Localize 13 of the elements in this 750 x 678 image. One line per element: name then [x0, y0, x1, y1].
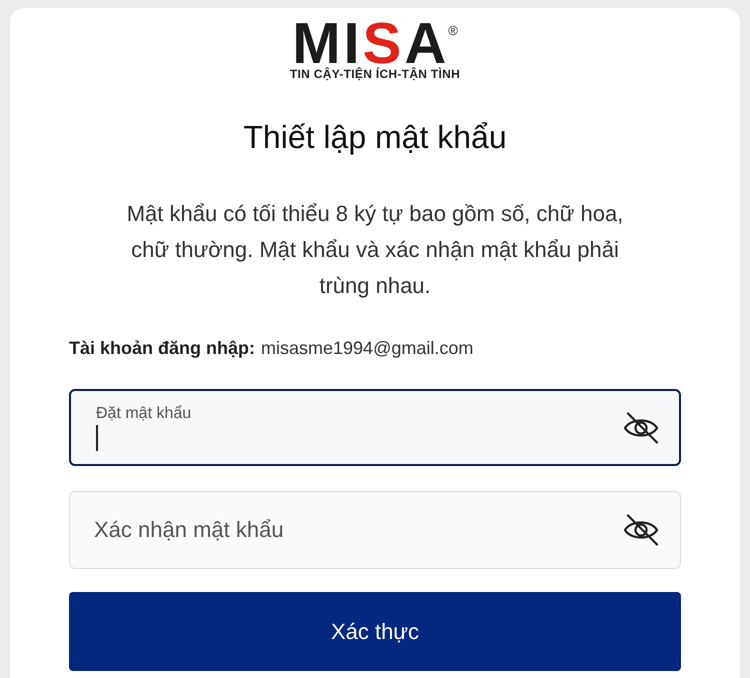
text-cursor-icon [96, 425, 98, 451]
description-text: Mật khẩu có tối thiểu 8 ký tự bao gồm số, chữ hoa, chữ thường. Mật khẩu và xác nhận mật khẩu phải trùng nhau. [126, 200, 624, 300]
account-label: Tài khoản đăng nhập: [69, 337, 256, 359]
submit-button[interactable]: Xác thực [69, 592, 681, 671]
eye-slash-icon[interactable] [622, 412, 660, 444]
confirm-password-field[interactable]: Xác nhận mật khẩu [69, 491, 681, 569]
account-email: misasme1994@gmail.com [261, 337, 474, 359]
logo-tagline: TIN CẬY-TIỆN ÍCH-TẬN TÌNH [290, 68, 460, 80]
page-title: Thiết lập mật khẩu [243, 121, 507, 153]
floating-label: Đặt mật khẩu [96, 405, 192, 423]
password-field[interactable]: Đặt mật khẩu [69, 389, 681, 466]
eye-slash-icon[interactable] [622, 514, 660, 546]
registered-mark: ® [448, 24, 458, 37]
